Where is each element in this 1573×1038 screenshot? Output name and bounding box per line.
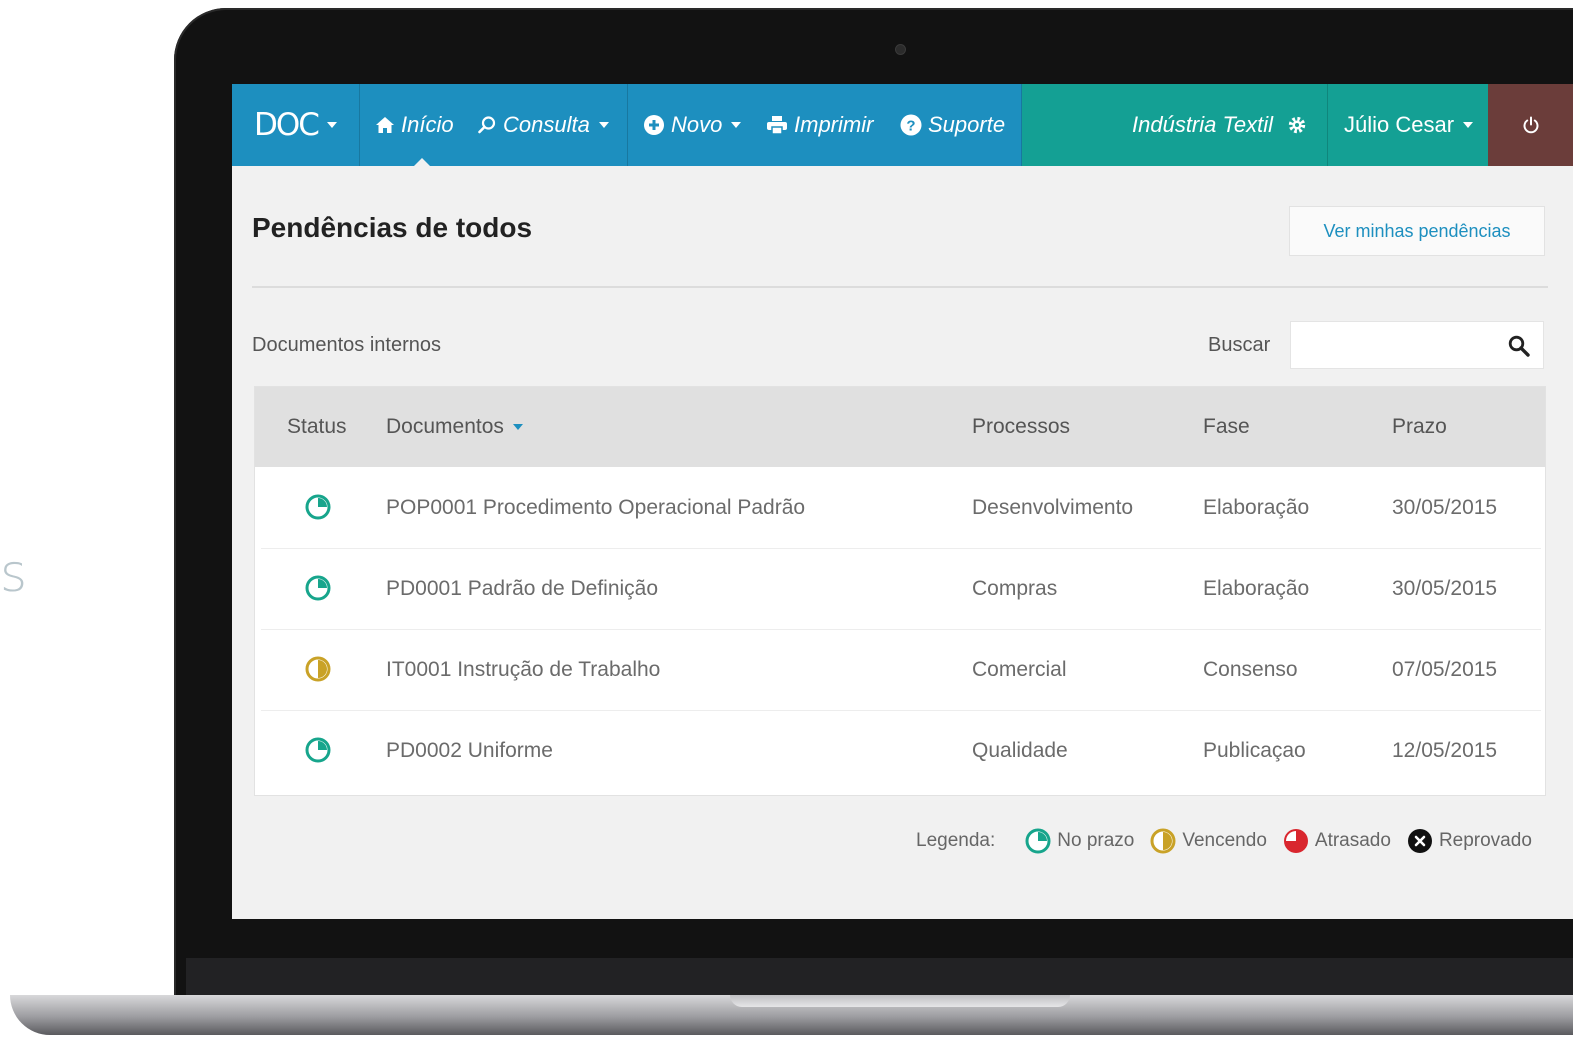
chevron-down-icon: [598, 122, 609, 128]
documents-table: Status Documentos Processos Fase Prazo P…: [254, 386, 1546, 796]
table-row[interactable]: PD0002 Uniforme Qualidade Publicaçao 12/…: [261, 710, 1541, 791]
nav-item-label: Suporte: [928, 112, 1006, 137]
nav-item-suporte[interactable]: ? Suporte: [900, 84, 1005, 166]
clock-on-time-icon: [305, 494, 331, 520]
laptop-notch: [730, 995, 1070, 1007]
cell-fase: Elaboração: [1203, 576, 1310, 600]
camera-icon: [896, 45, 905, 54]
header-status[interactable]: Status: [287, 387, 347, 467]
brand-logo: DOC: [254, 107, 320, 143]
company-settings[interactable]: Indústria Textil: [1132, 84, 1307, 166]
user-name: Júlio Cesar: [1344, 112, 1455, 137]
clock-on-time-icon: [305, 737, 331, 763]
cell-documento: POP0001 Procedimento Operacional Padrão: [386, 495, 806, 519]
background-letter: s: [0, 544, 28, 604]
question-circle-icon: ?: [900, 114, 922, 136]
header-fase[interactable]: Fase: [1203, 387, 1250, 467]
cell-prazo: 07/05/2015: [1392, 657, 1498, 681]
search-icon[interactable]: [1507, 334, 1531, 358]
nav-item-inicio[interactable]: Início: [375, 84, 454, 166]
nav-item-label: Novo: [671, 112, 723, 137]
my-pending-button[interactable]: Ver minhas pendências: [1289, 206, 1545, 256]
nav-item-novo[interactable]: Novo: [643, 84, 742, 166]
nav-item-consulta[interactable]: Consulta: [477, 84, 609, 166]
cell-documento: PD0002 Uniforme: [386, 738, 553, 762]
nav-item-imprimir[interactable]: Imprimir: [766, 84, 873, 166]
cell-processo: Compras: [972, 576, 1058, 600]
company-name: Indústria Textil: [1132, 112, 1274, 137]
legend-item-no-prazo: No prazo: [1025, 828, 1134, 854]
brand-menu[interactable]: DOC: [254, 84, 337, 166]
chevron-down-icon: [326, 122, 337, 128]
legend-item-label: No prazo: [1057, 830, 1135, 851]
cell-documento: PD0001 Padrão de Definição: [386, 576, 659, 600]
status-legend: Legenda: No prazo Vencendo Atrasado Repr…: [916, 826, 1532, 856]
title-divider: [252, 286, 1548, 288]
active-indicator: [413, 158, 431, 167]
printer-icon: [767, 116, 787, 135]
section-label: Documentos internos: [252, 334, 441, 356]
chevron-down-icon: [1463, 122, 1474, 128]
nav-item-label: Início: [401, 112, 454, 137]
cell-processo: Comercial: [972, 657, 1067, 681]
app-screen: DOC Início Consulta Novo Imprimir ? Supo…: [232, 84, 1573, 919]
cell-prazo: 30/05/2015: [1392, 576, 1498, 600]
cell-processo: Desenvolvimento: [972, 495, 1134, 519]
table-row[interactable]: PD0001 Padrão de Definição Compras Elabo…: [261, 548, 1541, 630]
sort-caret-icon: [512, 424, 523, 430]
cell-fase: Consenso: [1203, 657, 1298, 681]
nav-divider: [1327, 84, 1328, 166]
legend-item-label: Atrasado: [1314, 830, 1391, 851]
legend-item-vencendo: Vencendo: [1150, 828, 1267, 854]
search-label: Buscar: [1208, 334, 1271, 356]
logout-button[interactable]: [1488, 84, 1573, 166]
legend-item-reprovado: Reprovado: [1407, 828, 1532, 854]
search-icon: [478, 116, 496, 134]
legend-item-atrasado: Atrasado: [1283, 828, 1391, 854]
chevron-down-icon: [731, 122, 742, 128]
table-row[interactable]: POP0001 Procedimento Operacional Padrão …: [261, 467, 1541, 549]
cell-prazo: 12/05/2015: [1392, 738, 1498, 762]
laptop-bezel: [186, 958, 1573, 998]
user-menu[interactable]: Júlio Cesar: [1344, 84, 1474, 166]
cell-prazo: 30/05/2015: [1392, 495, 1498, 519]
nav-item-label: Consulta: [503, 112, 590, 137]
legend-label: Legenda:: [916, 830, 996, 851]
nav-divider: [359, 84, 360, 166]
nav-divider: [627, 84, 628, 166]
header-documentos[interactable]: Documentos: [386, 387, 523, 467]
page-title: Pendências de todos: [252, 212, 533, 243]
home-icon: [376, 117, 394, 133]
table-row[interactable]: IT0001 Instrução de Trabalho Comercial C…: [261, 629, 1541, 711]
nav-item-label: Imprimir: [794, 112, 874, 137]
plus-circle-icon: [644, 115, 664, 135]
legend-item-label: Vencendo: [1182, 830, 1267, 851]
cell-documento: IT0001 Instrução de Trabalho: [386, 657, 661, 681]
power-icon: [1523, 116, 1538, 134]
cell-fase: Elaboração: [1203, 495, 1310, 519]
gear-icon: [1288, 116, 1306, 134]
nav-divider: [1021, 84, 1022, 166]
x-circle-icon: [1407, 829, 1432, 853]
svg-text:?: ?: [906, 118, 915, 135]
clock-on-time-icon: [305, 575, 331, 601]
header-processos[interactable]: Processos: [972, 387, 1070, 467]
header-label: Documentos: [386, 415, 504, 438]
header-prazo[interactable]: Prazo: [1392, 387, 1447, 467]
clock-expiring-icon: [305, 656, 331, 682]
search-input[interactable]: [1290, 321, 1544, 369]
clock-expiring-icon: [1150, 828, 1176, 854]
clock-overdue-icon: [1283, 829, 1308, 853]
clock-on-time-icon: [1025, 828, 1051, 854]
cell-processo: Qualidade: [972, 738, 1068, 762]
legend-item-label: Reprovado: [1438, 830, 1532, 851]
top-navbar: DOC Início Consulta Novo Imprimir ? Supo…: [232, 84, 1573, 167]
table-header: Status Documentos Processos Fase Prazo: [255, 387, 1545, 467]
cell-fase: Publicaçao: [1203, 738, 1306, 762]
